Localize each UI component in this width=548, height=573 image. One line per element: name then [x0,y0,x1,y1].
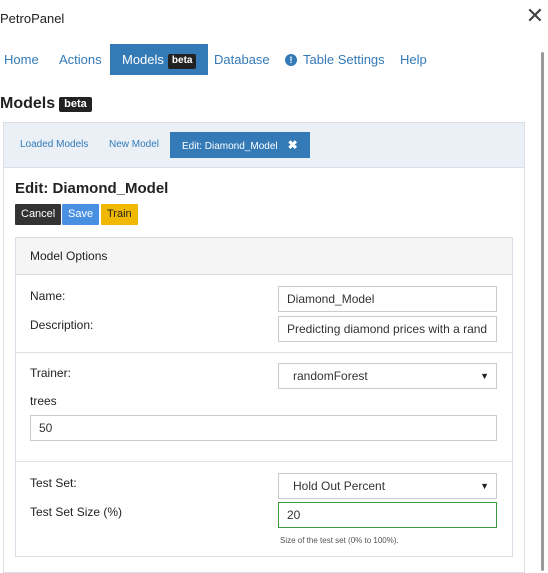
divider [16,352,512,353]
trees-input[interactable]: 50 [30,415,497,441]
name-input[interactable]: Diamond_Model [278,286,497,312]
nav-home[interactable]: Home [4,44,39,75]
models-panel: Loaded Models New Model Edit: Diamond_Mo… [3,122,525,573]
test-set-size-help: Size of the test set (0% to 100%). [280,536,399,545]
tab-edit-label: Edit: Diamond_Model [182,141,278,152]
test-set-size-input[interactable]: 20 [278,502,497,528]
scrollbar-thumb[interactable] [541,52,544,571]
main-nav: Home Actions Models beta Database ! Table … [0,44,548,77]
nav-models-label: Models [122,52,164,67]
nav-help[interactable]: Help [400,44,427,75]
page-title-text: Models [0,95,56,112]
divider [16,461,512,462]
train-button[interactable]: Train [101,204,138,225]
chevron-down-icon: ▼ [480,371,489,381]
close-icon[interactable]: ✕ [524,5,546,29]
tab-bar: Loaded Models New Model Edit: Diamond_Mo… [4,123,524,168]
save-button[interactable]: Save [62,204,100,225]
window-title: PetroPanel [0,11,65,26]
trainer-select[interactable]: randomForest ▼ [278,363,497,389]
model-options-header: Model Options [16,238,512,275]
tab-loaded-models[interactable]: Loaded Models [20,132,88,158]
test-set-size-label: Test Set Size (%) [30,505,123,519]
description-input[interactable]: Predicting diamond prices with a rand [278,316,497,342]
nav-table-settings-label: Table Settings [303,52,385,67]
model-options-heading: Model Options [30,249,108,263]
beta-badge: beta [167,54,197,69]
scrollbar[interactable] [538,52,548,571]
nav-database[interactable]: Database [214,44,270,75]
nav-table-settings[interactable]: ! Table Settings [285,44,385,75]
test-set-select[interactable]: Hold Out Percent ▼ [278,473,497,499]
page-title: Models beta [0,95,92,113]
info-icon: ! [285,54,297,66]
test-set-select-value: Hold Out Percent [293,479,386,493]
tab-new-model[interactable]: New Model [109,132,159,158]
trees-label: trees [30,394,57,408]
nav-models[interactable]: Models beta [110,44,209,75]
trainer-label: Trainer: [30,366,71,380]
tab-edit-model[interactable]: Edit: Diamond_Model ✖ [170,132,310,158]
chevron-down-icon: ▼ [480,481,489,491]
test-set-label: Test Set: [30,476,77,490]
cancel-button[interactable]: Cancel [15,204,62,225]
description-label: Description: [30,318,94,332]
edit-title: Edit: Diamond_Model [15,180,169,197]
close-tab-icon[interactable]: ✖ [288,138,298,152]
window-titlebar: PetroPanel ✕ [0,0,548,38]
name-label: Name: [30,289,66,303]
trainer-select-value: randomForest [293,369,368,383]
nav-actions[interactable]: Actions [59,44,102,75]
page-beta-badge: beta [59,97,92,112]
model-options-card: Model Options Name: Diamond_Model Descri… [15,237,513,557]
